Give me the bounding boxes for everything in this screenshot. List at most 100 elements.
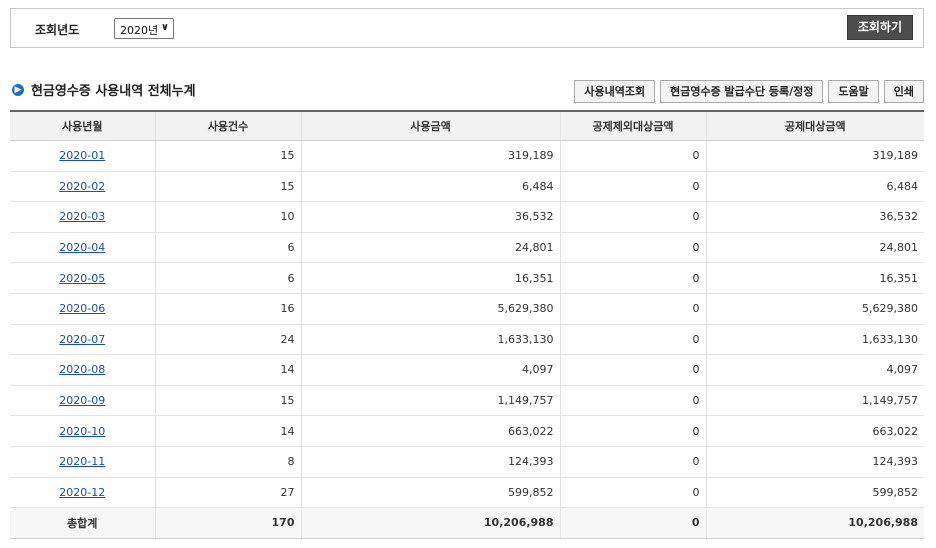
month-link[interactable]: 2020-12 <box>59 486 105 499</box>
excluded-cell: 0 <box>560 140 707 172</box>
amount-cell: 36,532 <box>301 201 561 233</box>
search-bar: 조회년도 2020년 ∨ 조회하기 <box>10 8 924 48</box>
amount-cell: 24,801 <box>301 232 561 264</box>
month-cell: 2020-11 <box>10 446 156 478</box>
month-cell: 2020-12 <box>10 477 156 509</box>
excluded-cell: 0 <box>560 201 707 233</box>
month-link[interactable]: 2020-11 <box>59 455 105 468</box>
month-link[interactable]: 2020-09 <box>59 394 105 407</box>
excluded-cell: 0 <box>560 477 707 509</box>
table-row: 2020-08 14 4,097 0 4,097 <box>10 354 924 386</box>
chevron-down-icon: ∨ <box>160 22 169 33</box>
deductible-cell: 319,189 <box>706 140 924 172</box>
deductible-cell: 4,097 <box>706 354 924 386</box>
deductible-cell: 599,852 <box>706 477 924 509</box>
month-link[interactable]: 2020-02 <box>59 180 105 193</box>
section-title-text: 현금영수증 사용내역 전체누계 <box>31 84 196 99</box>
month-cell: 2020-08 <box>10 354 156 386</box>
excluded-cell: 0 <box>560 354 707 386</box>
total-deductible: 10,206,988 <box>706 507 924 539</box>
amount-cell: 1,149,757 <box>301 385 561 417</box>
month-cell: 2020-03 <box>10 201 156 233</box>
table-row: 2020-04 6 24,801 0 24,801 <box>10 232 924 264</box>
excluded-cell: 0 <box>560 415 707 447</box>
excluded-cell: 0 <box>560 385 707 417</box>
count-cell: 8 <box>155 446 302 478</box>
month-link[interactable]: 2020-05 <box>59 272 105 285</box>
count-cell: 10 <box>155 201 302 233</box>
amount-cell: 599,852 <box>301 477 561 509</box>
print-button[interactable]: 인쇄 <box>883 80 924 103</box>
month-link[interactable]: 2020-04 <box>59 241 105 254</box>
month-link[interactable]: 2020-08 <box>59 363 105 376</box>
month-cell: 2020-01 <box>10 140 156 172</box>
action-buttons: 사용내역조회 현금영수증 발급수단 등록/정정 도움말 인쇄 <box>574 80 924 103</box>
excluded-cell: 0 <box>560 324 707 356</box>
table-row: 2020-10 14 663,022 0 663,022 <box>10 415 924 447</box>
month-cell: 2020-06 <box>10 293 156 325</box>
month-link[interactable]: 2020-10 <box>59 425 105 438</box>
amount-cell: 6,484 <box>301 171 561 203</box>
month-link[interactable]: 2020-07 <box>59 333 105 346</box>
search-year-label: 조회년도 <box>35 23 80 37</box>
total-excluded: 0 <box>560 507 707 539</box>
deductible-cell: 6,484 <box>706 171 924 203</box>
deductible-cell: 1,149,757 <box>706 385 924 417</box>
table-row: 2020-09 15 1,149,757 0 1,149,757 <box>10 385 924 417</box>
amount-cell: 4,097 <box>301 354 561 386</box>
count-cell: 14 <box>155 354 302 386</box>
header-count: 사용건수 <box>155 110 302 141</box>
table-row: 2020-05 6 16,351 0 16,351 <box>10 262 924 294</box>
amount-cell: 663,022 <box>301 415 561 447</box>
total-label: 총합계 <box>10 507 156 539</box>
count-cell: 15 <box>155 171 302 203</box>
deductible-cell: 1,633,130 <box>706 324 924 356</box>
month-cell: 2020-09 <box>10 385 156 417</box>
table-row: 2020-03 10 36,532 0 36,532 <box>10 201 924 233</box>
count-cell: 16 <box>155 293 302 325</box>
deductible-cell: 16,351 <box>706 262 924 294</box>
month-cell: 2020-07 <box>10 324 156 356</box>
amount-cell: 319,189 <box>301 140 561 172</box>
excluded-cell: 0 <box>560 446 707 478</box>
month-cell: 2020-04 <box>10 232 156 264</box>
total-row: 총합계 170 10,206,988 0 10,206,988 <box>10 507 924 539</box>
table-row: 2020-01 15 319,189 0 319,189 <box>10 140 924 172</box>
excluded-cell: 0 <box>560 171 707 203</box>
table-header-row: 사용년월 사용건수 사용금액 공제제외대상금액 공제대상금액 <box>10 110 924 141</box>
total-amount: 10,206,988 <box>301 507 561 539</box>
table-row: 2020-02 15 6,484 0 6,484 <box>10 171 924 203</box>
deductible-cell: 663,022 <box>706 415 924 447</box>
header-month: 사용년월 <box>10 110 156 141</box>
table-row: 2020-12 27 599,852 0 599,852 <box>10 477 924 509</box>
excluded-cell: 0 <box>560 293 707 325</box>
month-link[interactable]: 2020-06 <box>59 302 105 315</box>
count-cell: 14 <box>155 415 302 447</box>
header-deductible-amount: 공제대상금액 <box>706 110 924 141</box>
count-cell: 15 <box>155 385 302 417</box>
table-row: 2020-11 8 124,393 0 124,393 <box>10 446 924 478</box>
section-title: ▶ 현금영수증 사용내역 전체누계 <box>12 80 196 99</box>
header-amount: 사용금액 <box>301 110 561 141</box>
usage-table: 사용년월 사용건수 사용금액 공제제외대상금액 공제대상금액 2020-01 15… <box>10 110 924 539</box>
usage-history-button[interactable]: 사용내역조회 <box>574 80 656 103</box>
search-button[interactable]: 조회하기 <box>846 15 913 40</box>
count-cell: 6 <box>155 262 302 294</box>
table-row: 2020-07 24 1,633,130 0 1,633,130 <box>10 324 924 356</box>
count-cell: 6 <box>155 232 302 264</box>
amount-cell: 1,633,130 <box>301 324 561 356</box>
register-payment-method-button[interactable]: 현금영수증 발급수단 등록/정정 <box>660 80 824 103</box>
count-cell: 27 <box>155 477 302 509</box>
amount-cell: 16,351 <box>301 262 561 294</box>
total-count: 170 <box>155 507 302 539</box>
deductible-cell: 36,532 <box>706 201 924 233</box>
help-button[interactable]: 도움말 <box>828 80 879 103</box>
count-cell: 15 <box>155 140 302 172</box>
amount-cell: 5,629,380 <box>301 293 561 325</box>
month-link[interactable]: 2020-01 <box>59 149 105 162</box>
month-cell: 2020-05 <box>10 262 156 294</box>
excluded-cell: 0 <box>560 232 707 264</box>
month-link[interactable]: 2020-03 <box>59 210 105 223</box>
year-select-value: 2020년 <box>120 24 159 37</box>
year-select[interactable]: 2020년 ∨ <box>114 18 174 39</box>
